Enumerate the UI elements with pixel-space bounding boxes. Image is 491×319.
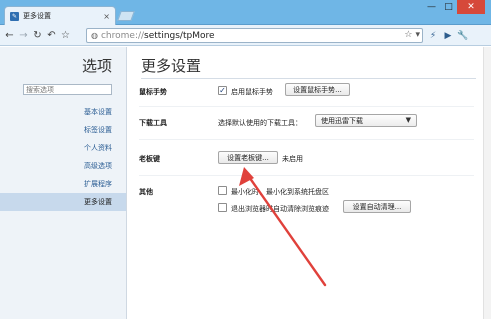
other-label: 其他 bbox=[139, 188, 153, 196]
sidebar-title: 选项 bbox=[81, 57, 112, 75]
extension-area: ⚡ ▶ 🔧 bbox=[426, 28, 470, 43]
tab-close-icon[interactable]: × bbox=[103, 12, 110, 21]
browser-toolbar: ← → ↻ ↶ ☆ ◍ chrome://settings/tpMore ☆ ▾… bbox=[0, 25, 491, 46]
window-controls: — □ ✕ bbox=[423, 0, 485, 14]
scrollbar[interactable] bbox=[483, 47, 491, 319]
minimize-to-tray-label: 最小化时，最小化到系统托盘区 bbox=[231, 188, 329, 196]
back-icon[interactable]: ← bbox=[3, 29, 16, 42]
row-divider bbox=[139, 175, 474, 176]
url-scheme: chrome:// bbox=[100, 30, 145, 41]
settings-main: 更多设置 鼠标手势 ✓ 启用鼠标手势 设置鼠标手势... 下载工具 选择默认使用… bbox=[128, 47, 483, 319]
minimize-to-tray-checkbox[interactable] bbox=[218, 186, 227, 195]
favorite-star-icon[interactable]: ☆ bbox=[59, 29, 72, 42]
tab-title: 更多设置 bbox=[23, 12, 51, 20]
boss-key-label: 老板键 bbox=[139, 155, 160, 163]
tab-more-settings[interactable]: ✎ 更多设置 × bbox=[4, 6, 116, 25]
close-window-button[interactable]: ✕ bbox=[457, 0, 485, 14]
wrench-icon[interactable]: 🔧 bbox=[456, 28, 470, 43]
download-tool-prompt: 选择默认使用的下载工具： bbox=[218, 119, 302, 127]
address-bar[interactable]: ◍ chrome://settings/tpMore ☆ ▾ bbox=[86, 28, 423, 43]
title-bar: ✎ 更多设置 × — □ ✕ bbox=[0, 0, 491, 25]
download-tool-select[interactable]: 使用迅雷下载 ▼ bbox=[315, 114, 417, 127]
lightning-icon[interactable]: ⚡ bbox=[426, 28, 440, 43]
settings-favicon-icon: ✎ bbox=[10, 11, 19, 21]
sidebar-item-extensions[interactable]: 扩展程序 bbox=[0, 175, 126, 193]
settings-sidebar: 选项 基本设置 标签设置 个人资料 高级选项 扩展程序 更多设置 bbox=[0, 47, 127, 319]
auto-clean-settings-button[interactable]: 设置自动清理... bbox=[343, 200, 411, 213]
search-options-input[interactable] bbox=[23, 84, 112, 95]
minimize-button[interactable]: — bbox=[423, 0, 440, 14]
sidebar-item-basic[interactable]: 基本设置 bbox=[0, 103, 126, 121]
bookmark-star-icon[interactable]: ☆ bbox=[404, 30, 412, 40]
sidebar-item-advanced[interactable]: 高级选项 bbox=[0, 157, 126, 175]
omnibox-actions: ☆ ▾ bbox=[404, 30, 420, 40]
download-tool-label: 下载工具 bbox=[139, 119, 167, 127]
mouse-gesture-checkbox-label: 启用鼠标手势 bbox=[231, 88, 273, 96]
page-title: 更多设置 bbox=[141, 57, 202, 75]
clear-on-exit-label: 退出浏览器时自动清除浏览痕迹 bbox=[231, 205, 329, 213]
forward-icon[interactable]: → bbox=[17, 29, 30, 42]
sidebar-item-more[interactable]: 更多设置 bbox=[0, 193, 126, 211]
mouse-gesture-checkbox[interactable]: ✓ bbox=[218, 86, 227, 95]
play-icon[interactable]: ▶ bbox=[441, 28, 455, 43]
row-divider bbox=[139, 139, 474, 140]
row-divider bbox=[139, 106, 474, 107]
undo-icon[interactable]: ↶ bbox=[45, 29, 58, 42]
sidebar-item-profile[interactable]: 个人资料 bbox=[0, 139, 126, 157]
url-path: settings/tpMore bbox=[144, 30, 215, 41]
new-tab-button[interactable] bbox=[117, 11, 135, 21]
reload-icon[interactable]: ↻ bbox=[31, 29, 44, 42]
clear-on-exit-checkbox[interactable] bbox=[218, 203, 227, 212]
sidebar-item-tabs[interactable]: 标签设置 bbox=[0, 121, 126, 139]
boss-key-status: 未启用 bbox=[282, 155, 303, 163]
set-mouse-gesture-button[interactable]: 设置鼠标手势... bbox=[285, 83, 350, 96]
title-divider bbox=[141, 78, 476, 79]
select-arrow-icon: ▼ bbox=[405, 116, 411, 124]
mouse-gesture-label: 鼠标手势 bbox=[139, 88, 167, 96]
page-icon: ◍ bbox=[91, 31, 98, 40]
maximize-button[interactable]: □ bbox=[440, 0, 457, 14]
set-boss-key-button[interactable]: 设置老板键... bbox=[218, 151, 278, 164]
sidebar-nav: 基本设置 标签设置 个人资料 高级选项 扩展程序 更多设置 bbox=[0, 103, 126, 211]
dropdown-icon[interactable]: ▾ bbox=[415, 30, 420, 40]
download-tool-selected: 使用迅雷下载 bbox=[321, 116, 363, 125]
